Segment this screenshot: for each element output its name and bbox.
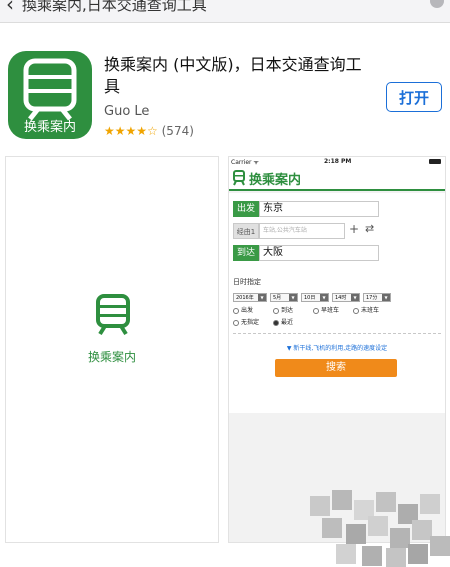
radio-arrival[interactable]: 到达 — [273, 305, 293, 314]
minute-value: 17分 — [366, 295, 378, 301]
month-select[interactable]: 5月 ▼ — [270, 293, 298, 302]
radio-label: 到达 — [281, 307, 294, 314]
chevron-down-icon: ▼ — [382, 294, 390, 301]
radio-unspecified[interactable]: 无指定 — [233, 317, 259, 326]
chevron-down-icon: ▼ — [289, 294, 297, 301]
search-form: 出发 东京 经由1 车站,公共汽车站 + ⇄ 到达 大阪 日时指定 2016年 ▼… — [229, 193, 445, 413]
battery-icon — [429, 159, 441, 164]
via-tag: 经由1 — [233, 223, 259, 239]
rating-stars: ★★★★☆ — [104, 124, 158, 138]
year-select[interactable]: 2016年 ▼ — [233, 293, 267, 302]
radio-dot — [273, 307, 279, 314]
chevron-down-icon: ▼ — [351, 294, 359, 301]
radio-label: 无指定 — [241, 319, 260, 326]
settings-link[interactable]: ▼ 新干线,飞机的利用,走路的速度设定 — [229, 343, 445, 352]
from-input[interactable]: 东京 — [259, 201, 379, 217]
app-header-title: 换乘案内 — [249, 173, 302, 188]
minute-select[interactable]: 17分 ▼ — [363, 293, 391, 302]
divider — [233, 333, 441, 334]
status-bar: Carrier ᯤ 2:18 PM — [229, 157, 445, 167]
app-icon-label: 换乘案内 — [23, 120, 76, 135]
radio-dot — [313, 307, 319, 314]
month-value: 5月 — [273, 295, 282, 301]
blurred-watermark — [302, 490, 450, 567]
radio-last-train[interactable]: 末班车 — [353, 305, 379, 314]
radio-dot — [233, 319, 239, 326]
day-select[interactable]: 10日 ▼ — [301, 293, 329, 302]
swap-icon[interactable]: ⇄ — [365, 222, 374, 235]
back-icon[interactable]: ‹ — [6, 0, 14, 16]
splash-label: 换乘案内 — [87, 350, 136, 364]
radio-label: 末班车 — [361, 307, 380, 314]
status-time: 2:18 PM — [324, 158, 352, 165]
radio-label: 最近 — [281, 319, 294, 326]
radio-first-train[interactable]: 早班车 — [313, 305, 339, 314]
train-icon — [233, 170, 245, 186]
search-query[interactable]: 換乘案内,日本交通查询工具 — [22, 0, 207, 15]
radio-dot — [353, 307, 359, 314]
chevron-down-icon: ▼ — [258, 294, 266, 301]
screenshot-search[interactable]: Carrier ᯤ 2:18 PM 换乘案内 出发 东京 经由1 车站,公共汽车… — [228, 156, 446, 543]
app-icon[interactable]: 换乘案内 — [8, 51, 92, 139]
carrier-text: Carrier ᯤ — [231, 159, 259, 166]
from-tag: 出发 — [233, 201, 259, 217]
radio-latest[interactable]: 最近 — [273, 317, 293, 326]
to-tag: 到达 — [233, 245, 259, 261]
screenshot-splash[interactable]: 换乘案内 — [5, 156, 219, 543]
year-value: 2016年 — [236, 295, 254, 301]
radio-label: 出发 — [241, 307, 254, 314]
hour-select[interactable]: 14时 ▼ — [332, 293, 360, 302]
search-bar[interactable]: ‹ 換乘案内,日本交通查询工具 — [0, 0, 450, 23]
radio-label: 早班车 — [321, 307, 340, 314]
open-button[interactable]: 打开 — [386, 82, 442, 112]
developer-name[interactable]: Guo Le — [104, 104, 149, 119]
day-value: 10日 — [304, 295, 316, 301]
chevron-down-icon: ▼ — [320, 294, 328, 301]
date-section-title: 日时指定 — [233, 278, 261, 286]
train-icon — [23, 58, 77, 121]
via-input[interactable]: 车站,公共汽车站 — [259, 223, 345, 239]
rating-count: (574) — [161, 124, 194, 138]
clear-icon[interactable] — [430, 0, 444, 8]
radio-dot — [233, 307, 239, 314]
hour-value: 14时 — [335, 295, 347, 301]
to-input[interactable]: 大阪 — [259, 245, 379, 261]
search-button[interactable]: 搜索 — [275, 359, 397, 377]
train-icon — [96, 294, 130, 336]
add-via-icon[interactable]: + — [349, 222, 359, 236]
radio-dot-selected — [273, 319, 279, 326]
radio-departure[interactable]: 出发 — [233, 305, 253, 314]
app-header: 换乘案内 — [229, 167, 445, 191]
app-name[interactable]: 换乘案内 (中文版)，日本交通查询工具 — [104, 54, 364, 98]
rating: ★★★★☆ (574) — [104, 124, 194, 138]
